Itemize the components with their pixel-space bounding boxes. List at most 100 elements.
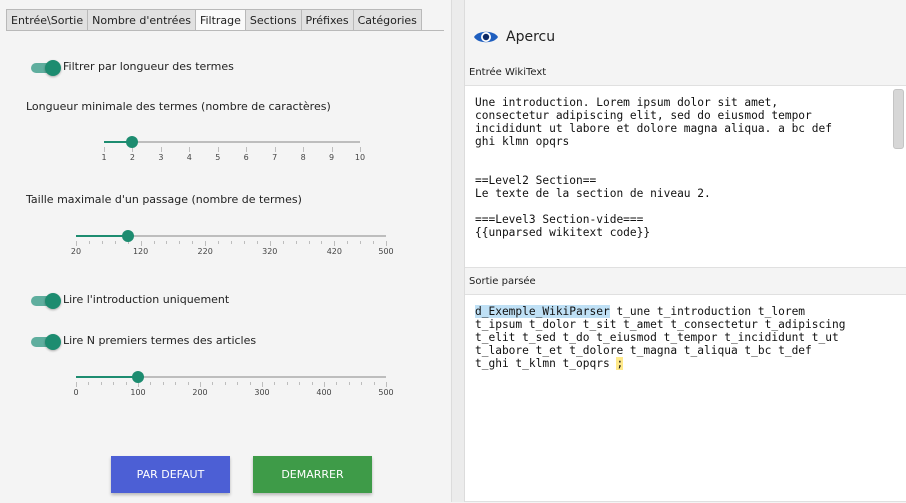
slider-minor-tick [113, 382, 115, 385]
slider-tick [104, 147, 105, 152]
slider-minor-tick [160, 147, 162, 150]
tab-filtrage[interactable]: Filtrage [194, 9, 246, 31]
slider-tick-label: 5 [215, 153, 221, 162]
wikitext-input[interactable]: Une introduction. Lorem ipsum dolor sit … [465, 85, 906, 268]
slider-minor-tick [262, 382, 263, 385]
slider-minor-tick [361, 382, 363, 385]
slider-minor-tick [162, 382, 164, 385]
first-n-slider[interactable]: 0 100 200 300 400 500 [73, 370, 394, 400]
slider-tick [386, 382, 387, 387]
slider-minor-tick [321, 241, 323, 244]
slider-tick-label: 320 [262, 247, 278, 256]
slider-track [104, 141, 360, 143]
parsed-output[interactable]: d_Exemple_WikiParser t_une t_introductio… [465, 294, 906, 502]
slider-minor-tick [286, 382, 288, 385]
slider-tick-label: 6 [243, 153, 249, 162]
slider-minor-tick [373, 241, 375, 244]
slider-tick [76, 241, 77, 246]
slider-tick-label: 0 [73, 388, 79, 397]
output-rest: t_ipsum t_dolor t_sit t_amet t_consectet… [475, 318, 846, 370]
preview-pane: Apercu Entrée WikiText Une introduction.… [465, 0, 906, 502]
slider-minor-tick [153, 241, 155, 244]
tab-categories[interactable]: Catégories [352, 9, 422, 31]
slider-minor-tick [100, 382, 102, 385]
slider-minor-tick [101, 241, 103, 244]
slider-minor-tick [88, 241, 90, 244]
tab-nombre-entrees[interactable]: Nombre d'entrées [87, 9, 196, 31]
slider-tick-label: 2 [129, 153, 135, 162]
length-filter-toggle[interactable] [31, 60, 61, 76]
slider-tick-label: 1 [101, 153, 107, 162]
slider-tick-label: 20 [70, 247, 82, 256]
slider-minor-tick [324, 382, 325, 385]
slider-minor-tick [373, 382, 375, 385]
slider-minor-tick [299, 382, 301, 385]
slider-tick-label: 420 [326, 247, 342, 256]
slider-thumb[interactable] [132, 371, 144, 383]
preview-title: Apercu [506, 29, 556, 45]
eye-icon [474, 31, 498, 43]
split-divider[interactable] [451, 0, 465, 502]
slider-minor-tick [179, 241, 181, 244]
slider-tick-label: 8 [300, 153, 306, 162]
slider-minor-tick [187, 382, 189, 385]
default-button[interactable]: PAR DEFAUT [111, 456, 230, 493]
slider-minor-tick [125, 382, 127, 385]
first-n-toggle[interactable] [31, 334, 61, 350]
slider-minor-tick [192, 241, 194, 244]
toggle-knob [45, 293, 61, 309]
slider-tick [386, 241, 387, 246]
slider-minor-tick [334, 241, 336, 244]
slider-minor-tick [331, 147, 333, 150]
parsed-content: d_Exemple_WikiParser t_une t_introductio… [475, 305, 845, 370]
intro-only-toggle[interactable] [31, 293, 61, 309]
output-line1-rest: t_une t_introduction t_lorem [609, 305, 806, 318]
slider-thumb[interactable] [126, 136, 139, 148]
slider-minor-tick [347, 241, 349, 244]
slider-tick-label: 9 [329, 153, 335, 162]
slider-tick-label: 400 [316, 388, 332, 397]
tab-sections[interactable]: Sections [244, 9, 302, 31]
slider-minor-tick [269, 241, 271, 244]
slider-tick-label: 7 [272, 153, 278, 162]
slider-tick-label: 10 [354, 153, 366, 162]
slider-tick-label: 500 [378, 247, 394, 256]
slider-minor-tick [189, 147, 191, 150]
input-section-label: Entrée WikiText [469, 67, 547, 78]
tab-entree-sortie[interactable]: Entrée\Sortie [6, 9, 89, 31]
slider-minor-tick [88, 382, 90, 385]
slider-minor-tick [308, 241, 310, 244]
slider-tick-label: 120 [132, 247, 149, 256]
slider-minor-tick [311, 382, 313, 385]
slider-minor-tick [243, 241, 245, 244]
slider-tick [360, 147, 361, 152]
intro-only-label: Lire l'introduction uniquement [63, 293, 230, 306]
slider-minor-tick [150, 382, 152, 385]
slider-minor-tick [274, 382, 276, 385]
slider-minor-tick [166, 241, 168, 244]
output-first-token: d_Exemple_WikiParser [475, 305, 610, 318]
start-button[interactable]: DEMARRER [253, 456, 372, 493]
slider-minor-tick [205, 241, 207, 244]
slider-minor-tick [200, 382, 201, 385]
slider-minor-tick [303, 147, 305, 150]
slider-fill [76, 376, 138, 378]
min-length-label: Longueur minimale des termes (nombre de … [26, 100, 331, 113]
slider-minor-tick [295, 241, 297, 244]
first-n-label: Lire N premiers termes des articles [63, 334, 257, 347]
min-length-slider[interactable]: 1 2 3 4 5 6 7 8 9 10 [101, 135, 365, 165]
settings-pane: Entrée\Sortie Nombre d'entrées Filtrage … [0, 0, 451, 503]
slider-fill [76, 235, 128, 237]
slider-minor-tick [360, 241, 362, 244]
slider-minor-tick [114, 241, 116, 244]
toggle-knob [45, 60, 61, 76]
slider-tick-label: 3 [158, 153, 164, 162]
slider-minor-tick [224, 382, 226, 385]
tab-prefixes[interactable]: Préfixes [300, 9, 354, 31]
max-passage-slider[interactable]: 20 120 220 320 420 500 [71, 229, 394, 259]
input-scrollbar[interactable] [893, 89, 904, 149]
slider-minor-tick [218, 241, 220, 244]
slider-tick-label: 220 [197, 247, 213, 256]
output-section-label: Sortie parsée [469, 276, 536, 287]
slider-thumb[interactable] [121, 230, 134, 242]
